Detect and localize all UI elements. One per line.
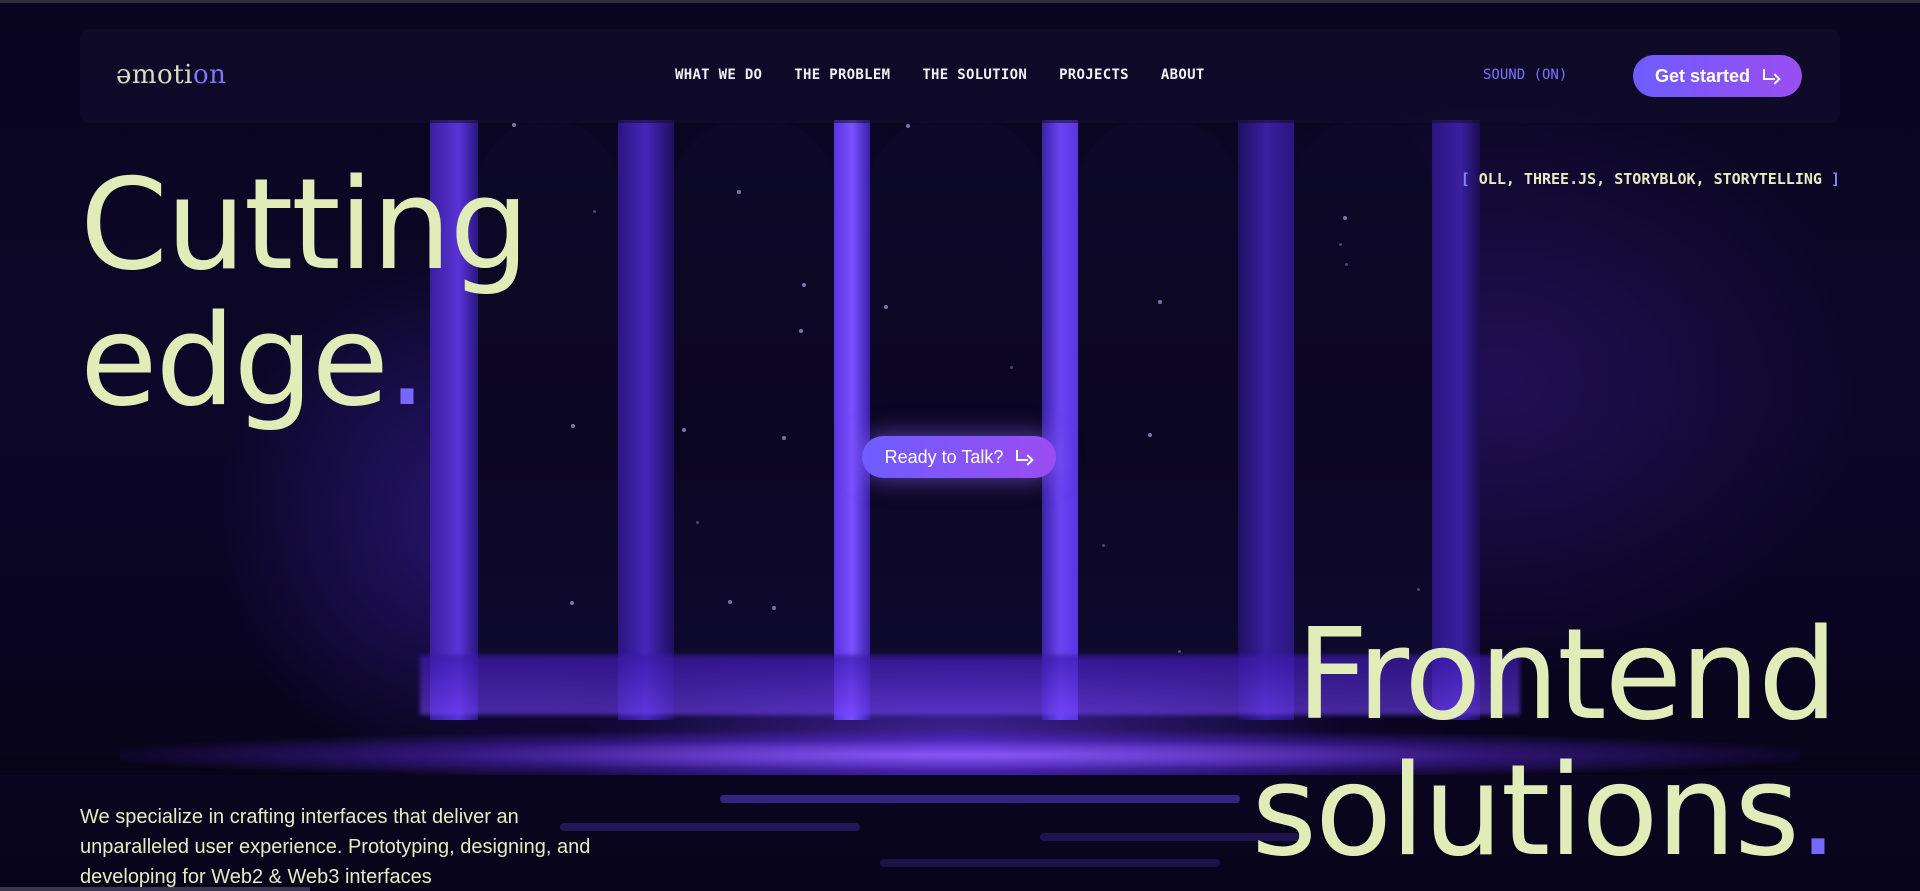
scene-star xyxy=(772,606,776,610)
hero-headline-period: . xyxy=(1797,737,1838,884)
hero-headline-period: . xyxy=(387,287,427,434)
scene-star xyxy=(682,428,686,432)
scene-star xyxy=(728,600,732,604)
logo-accent-text: on xyxy=(192,60,227,90)
nav-item-about[interactable]: ABOUT xyxy=(1161,67,1205,83)
arrow-turn-down-right-icon xyxy=(1762,69,1780,83)
hero-headline-line2: edge. xyxy=(80,298,427,424)
tags-open-bracket: [ xyxy=(1460,170,1470,188)
ready-to-talk-label: Ready to Talk? xyxy=(884,446,1004,467)
scene-star xyxy=(1178,650,1181,653)
nav-item-projects[interactable]: PROJECTS xyxy=(1059,67,1129,83)
scene-star xyxy=(1010,366,1013,369)
get-started-button[interactable]: Get started xyxy=(1633,55,1802,97)
scene-star xyxy=(782,436,786,440)
nav-item-the-solution[interactable]: THE SOLUTION xyxy=(922,67,1027,83)
scene-star xyxy=(799,329,803,333)
water-ripple xyxy=(560,823,860,831)
hero-intro-text: We specialize in crafting interfaces tha… xyxy=(80,806,591,888)
logo-text: əmoti xyxy=(116,60,193,90)
scroll-progress-bar xyxy=(0,887,310,891)
page: əmotion WHAT WE DO THE PROBLEM THE SOLUT… xyxy=(0,0,1920,891)
scene-star xyxy=(571,424,575,428)
hero-headline-line4: solutions. xyxy=(1251,748,1838,874)
get-started-label: Get started xyxy=(1654,65,1751,86)
scene-star xyxy=(1343,216,1347,220)
tech-tags-ticker: [ OLL, THREE.JS, STORYBLOK, STORYTELLING… xyxy=(1461,170,1840,188)
scene-star xyxy=(696,521,699,524)
arrow-turn-down-right-icon xyxy=(1015,450,1033,464)
scene-pillar xyxy=(618,120,674,720)
scene-star xyxy=(1158,300,1162,304)
scene-star xyxy=(1339,243,1342,246)
hero-headline-line3: Frontend xyxy=(1295,601,1838,748)
main-nav: WHAT WE DO THE PROBLEM THE SOLUTION PROJ… xyxy=(675,67,1205,83)
water-ripple xyxy=(720,795,1240,803)
scene-arch xyxy=(1078,120,1238,660)
scene-pillar xyxy=(834,120,870,720)
hero-headline-word: solutions xyxy=(1251,737,1800,884)
hero-headline-line1: Cutting xyxy=(80,151,529,298)
scene-pillar xyxy=(1042,120,1078,720)
scene-star xyxy=(512,123,516,127)
scene-star xyxy=(1148,433,1152,437)
water-ripple xyxy=(880,859,1220,867)
scene-star xyxy=(1417,588,1420,591)
scene-star xyxy=(884,305,888,309)
window-top-border xyxy=(0,0,1920,3)
nav-item-the-problem[interactable]: THE PROBLEM xyxy=(794,67,890,83)
hero-headline-word: edge xyxy=(80,287,389,434)
sound-toggle[interactable]: SOUND (ON) xyxy=(1483,67,1567,83)
scene-arch xyxy=(674,120,834,660)
tags-close-bracket: ] xyxy=(1830,170,1840,188)
tags-text: OLL, THREE.JS, STORYBLOK, STORYTELLING xyxy=(1478,170,1822,188)
brand-logo[interactable]: əmotion xyxy=(116,60,226,90)
site-header: əmotion WHAT WE DO THE PROBLEM THE SOLUT… xyxy=(80,29,1840,123)
ready-to-talk-button[interactable]: Ready to Talk? xyxy=(862,436,1056,478)
scene-star xyxy=(570,601,574,605)
scene-star xyxy=(906,124,910,128)
scene-star xyxy=(737,190,741,194)
scene-arch xyxy=(870,120,1042,660)
scene-star xyxy=(802,283,806,287)
scene-pillar xyxy=(1238,120,1294,720)
scene-star xyxy=(593,210,596,213)
scene-star xyxy=(1345,263,1348,266)
scene-star xyxy=(1102,544,1105,547)
nav-item-what-we-do[interactable]: WHAT WE DO xyxy=(675,67,762,83)
scene-arch xyxy=(1294,120,1432,660)
